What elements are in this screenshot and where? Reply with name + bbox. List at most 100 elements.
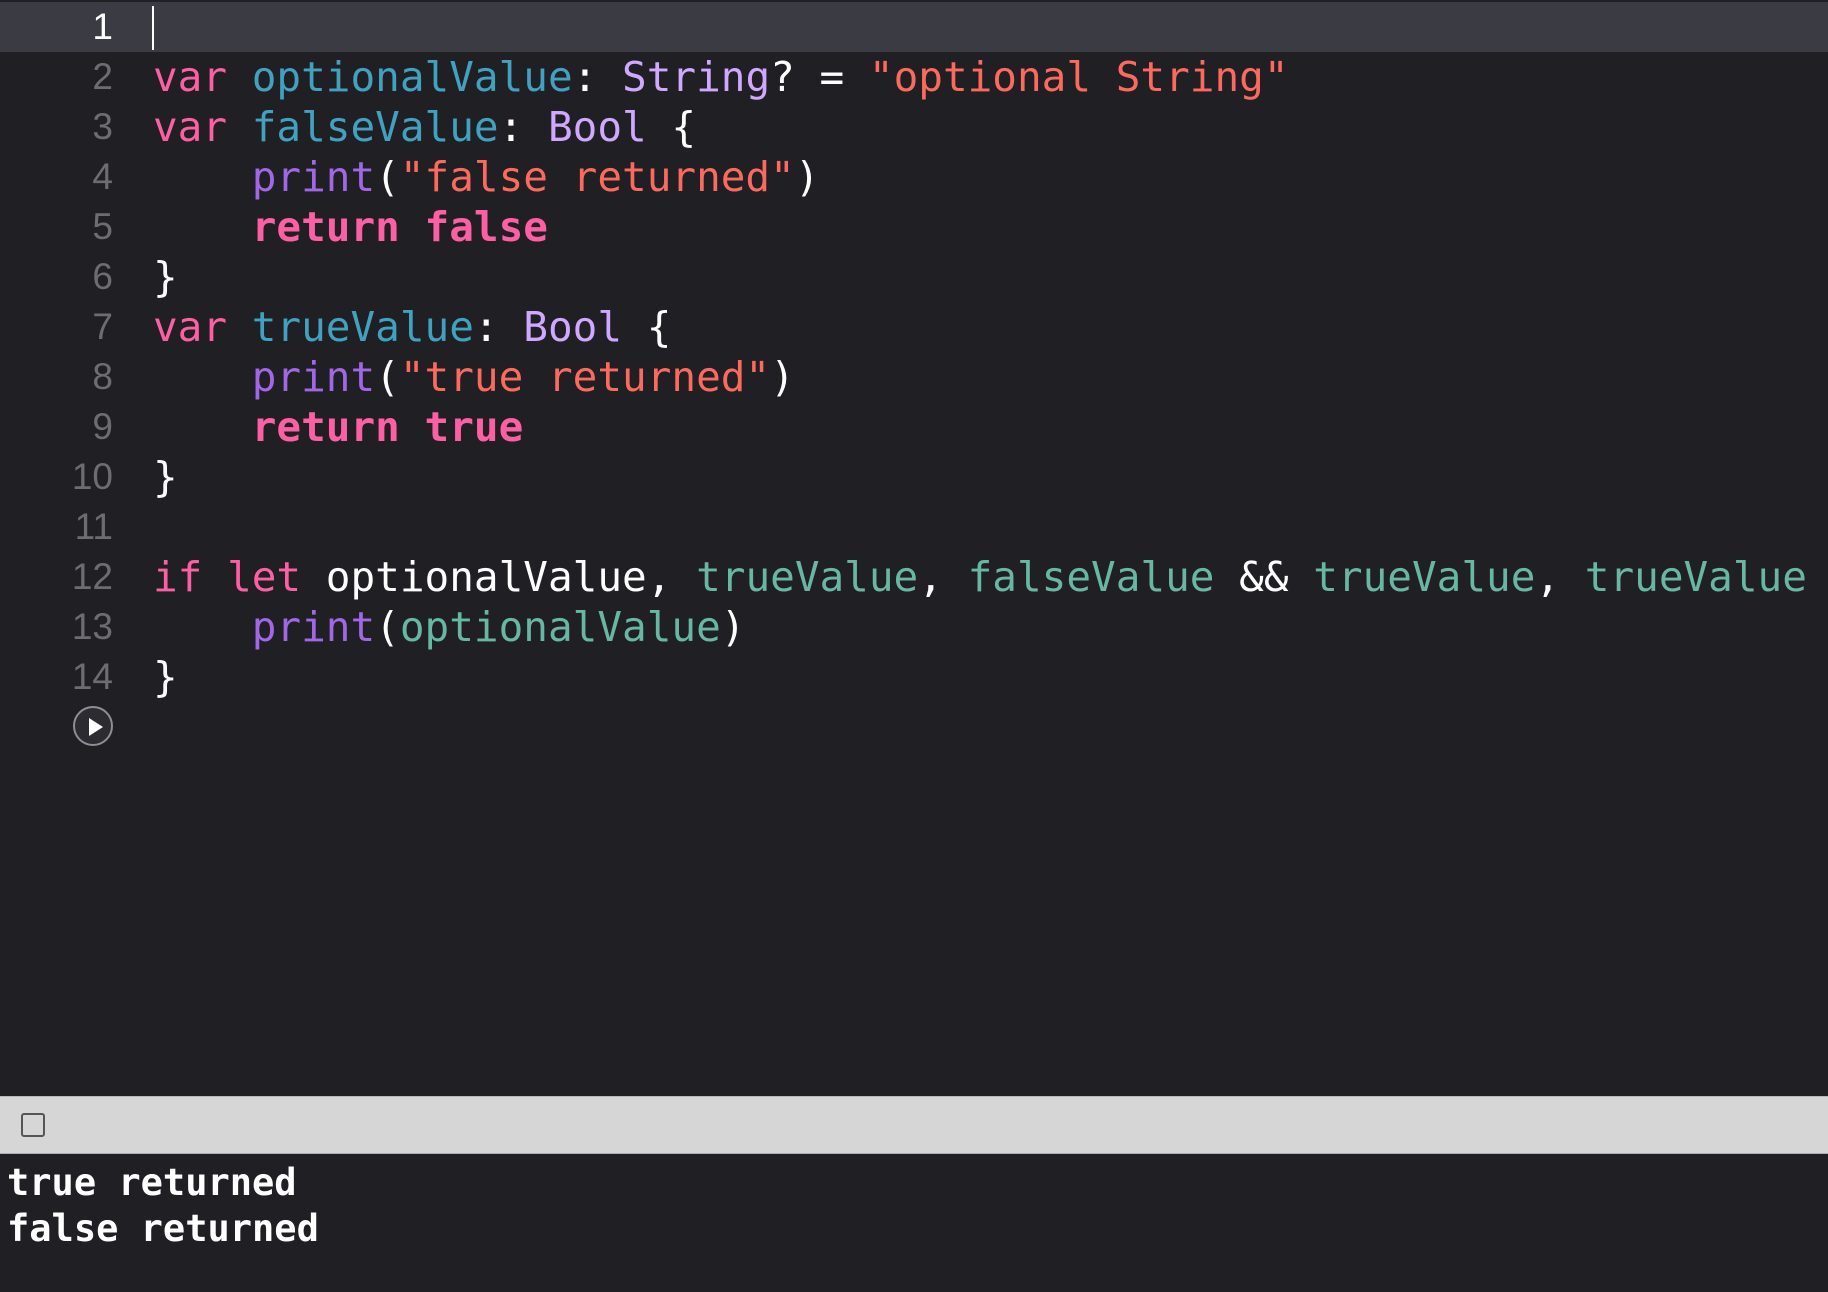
string-token: "optional String" [868,53,1289,101]
code-text: var trueValue: Bool { [153,302,671,352]
string-token: "true returned" [399,353,771,401]
code-token: ( [375,353,400,401]
keyword-token: false [424,203,548,251]
code-token: ) [770,353,795,401]
code-line-13[interactable]: 13 print(optionalValue) [0,602,1828,652]
code-line-5[interactable]: 5 return false [0,202,1828,252]
code-token: { [622,303,672,351]
keyword-token: var [153,303,228,351]
code-editor[interactable]: 1 2 var optionalValue: String? = "option… [0,0,1828,1096]
reference-token: trueValue [1313,553,1536,601]
line-number: 11 [74,506,113,547]
keyword-token: true [424,403,524,451]
indent-token [153,153,252,201]
function-token: print [251,603,376,651]
code-line-4[interactable]: 4 print("false returned") [0,152,1828,202]
line-number: 1 [92,6,113,47]
reference-token: falseValue [967,553,1215,601]
code-line-10[interactable]: 10 } [0,452,1828,502]
keyword-token: return [251,203,400,251]
line-number: 3 [92,106,113,147]
type-token: String [622,53,771,101]
line-number: 14 [71,656,113,697]
debug-area-bar [0,1096,1828,1154]
keyword-token: return [251,403,400,451]
line-number: 7 [92,306,113,347]
keyword-token: var [153,53,228,101]
code-line-3[interactable]: 3 var falseValue: Bool { [0,102,1828,152]
code-token: { [1807,553,1828,601]
code-line-6[interactable]: 6 } [0,252,1828,302]
reference-token: trueValue [696,553,919,601]
indent-token [153,353,252,401]
indent-token [153,603,252,651]
code-text: return true [153,402,524,452]
keyword-token: if [153,553,203,601]
line-number: 13 [71,606,113,647]
code-token: } [153,653,178,701]
code-line-12[interactable]: 12 if let optionalValue, trueValue, fals… [0,552,1828,602]
code-text: if let optionalValue, trueValue, falseVa… [153,552,1828,602]
code-token: : [572,53,623,101]
type-token: Bool [523,303,623,351]
code-text: } [153,652,178,702]
console-output: true returned false returned [0,1154,1828,1292]
type-token: Bool [547,103,647,151]
line-number: 2 [92,56,113,97]
line-number: 6 [92,256,113,297]
checkbox-icon[interactable] [21,1113,45,1137]
code-line-9[interactable]: 9 return true [0,402,1828,452]
string-token: "false returned" [399,153,795,201]
code-line-14[interactable]: 14 } [0,652,1828,702]
variable-token: optionalValue [251,53,573,101]
code-text: print(optionalValue) [153,602,746,652]
code-token: && [1214,553,1314,601]
console-line: false returned [7,1207,319,1250]
code-text: return false [153,202,548,252]
keyword-token: let [227,553,302,601]
code-text: } [153,452,178,502]
code-token: : [473,303,524,351]
indent-token [153,403,252,451]
text-caret [152,6,154,50]
code-line-8[interactable]: 8 print("true returned") [0,352,1828,402]
code-token: { [646,103,697,151]
line-number: 9 [92,406,113,447]
line-number: 4 [92,156,113,197]
code-text: var falseValue: Bool { [153,102,696,152]
code-token: ( [375,603,400,651]
line-number: 5 [92,206,113,247]
code-token: ) [794,153,820,201]
code-line-11[interactable]: 11 [0,502,1828,552]
variable-token: falseValue [251,103,499,151]
function-token: print [251,153,376,201]
code-token: ( [375,153,400,201]
code-line-7[interactable]: 7 var trueValue: Bool { [0,302,1828,352]
code-token: } [153,253,178,301]
line-number: 10 [71,456,113,497]
code-line-1[interactable]: 1 [0,2,1828,52]
play-icon [89,718,103,736]
indent-token [153,203,252,251]
code-text: } [153,252,178,302]
code-token: , [1535,553,1585,601]
code-token: } [153,453,178,501]
run-playground-button[interactable] [73,706,113,746]
code-token: ? = [770,53,869,101]
line-number: 12 [71,556,113,597]
reference-token: trueValue [1584,553,1807,601]
code-token: : [498,103,548,151]
code-token: ) [720,603,746,651]
playground-window: 1 2 var optionalValue: String? = "option… [0,0,1828,1292]
code-line-2[interactable]: 2 var optionalValue: String? = "optional… [0,52,1828,102]
code-text: var optionalValue: String? = "optional S… [153,52,1289,102]
code-text: print("false returned") [153,152,820,202]
code-token: , [918,553,968,601]
reference-token: optionalValue [399,603,721,651]
